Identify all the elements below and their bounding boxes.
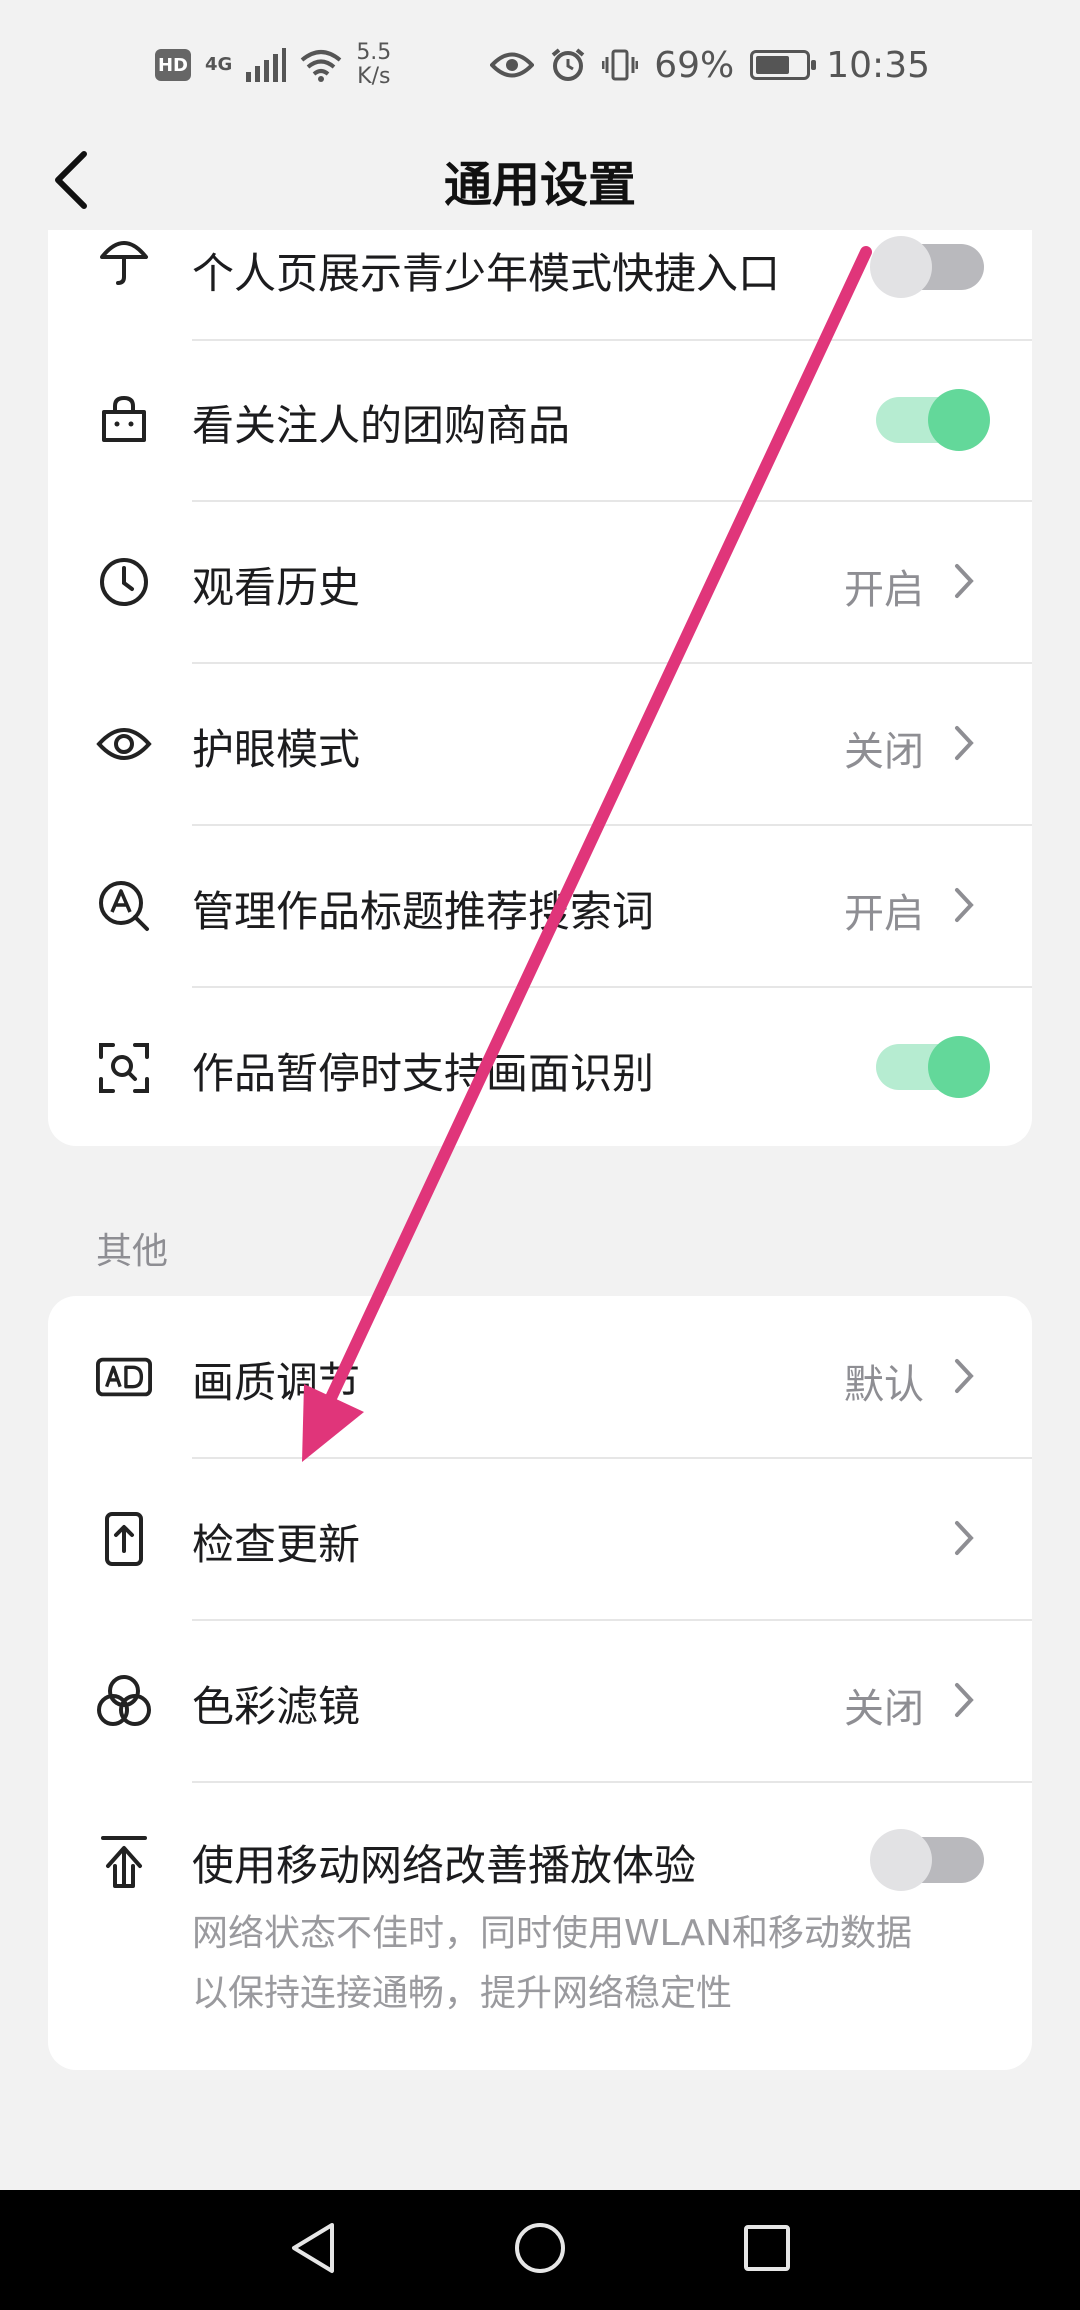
row-check-update[interactable]: 检查更新 <box>48 1458 1032 1620</box>
row-label: 画质调节 <box>192 1358 361 1407</box>
chevron-right-icon <box>944 1356 984 1396</box>
status-left: HD 4G 5.5 K/s <box>155 41 391 89</box>
row-video-quality[interactable]: 画质调节 默认 <box>48 1296 1032 1458</box>
row-value: 默认 <box>844 1362 924 1408</box>
triangle-back-icon <box>291 2223 334 2273</box>
row-value: 关闭 <box>844 1686 924 1732</box>
nav-recents-button[interactable] <box>742 2223 792 2277</box>
frame-recognition-toggle[interactable] <box>876 1036 990 1098</box>
row-frame-recognition[interactable]: 作品暂停时支持画面识别 <box>48 987 1032 1146</box>
alarm-icon <box>551 48 585 81</box>
page-title: 通用设置 <box>443 157 636 213</box>
search-a-icon <box>96 878 152 934</box>
row-label: 色彩滤镜 <box>192 1682 361 1731</box>
row-color-filter[interactable]: 色彩滤镜 关闭 <box>48 1620 1032 1782</box>
battery-icon <box>750 50 817 80</box>
chevron-right-icon <box>944 561 984 601</box>
nav-home-button[interactable] <box>513 2221 567 2279</box>
row-teen-mode-shortcut[interactable]: 个人页展示青少年模式快捷入口 <box>48 230 1032 340</box>
battery-percent: 69% <box>654 44 735 86</box>
network-type: 4G <box>205 54 233 75</box>
speed-value: 5.5 <box>356 40 392 65</box>
desc-line-1: 网络状态不佳时，同时使用WLAN和移动数据 <box>192 1913 913 1954</box>
chevron-right-icon <box>944 1518 984 1558</box>
eye-icon <box>490 52 535 78</box>
section-title-other: 其他 <box>96 1231 169 1272</box>
desc-line-2: 以保持连接通畅，提升网络稳定性 <box>192 1973 733 2014</box>
settings-card-other: 画质调节 默认 检查更新 色彩滤镜 关闭 使用移动网络改善播放体验 网络状态不佳… <box>48 1296 1032 2070</box>
phone-update-icon <box>96 1511 152 1567</box>
upload-icon <box>96 1834 152 1890</box>
settings-card-general: 个人页展示青少年模式快捷入口 看关注人的团购商品 观看历史 开启 护眼模式 关闭… <box>48 230 1032 1146</box>
nav-back-button[interactable] <box>288 2221 338 2279</box>
row-group-buying[interactable]: 看关注人的团购商品 <box>48 340 1032 500</box>
row-mobile-network-boost[interactable]: 使用移动网络改善播放体验 网络状态不佳时，同时使用WLAN和移动数据 以保持连接… <box>48 1782 1032 2070</box>
system-nav-bar <box>0 2190 1080 2310</box>
network-speed: 5.5 K/s <box>356 41 391 89</box>
hd-badge: HD <box>155 49 191 81</box>
back-button[interactable] <box>50 140 130 220</box>
group-buying-toggle[interactable] <box>876 389 990 451</box>
row-label: 看关注人的团购商品 <box>192 401 571 450</box>
status-bar: HD 4G 5.5 K/s 69% 10:35 <box>0 0 1080 130</box>
row-description: 网络状态不佳时，同时使用WLAN和移动数据 以保持连接通畅，提升网络稳定性 <box>192 1904 992 2024</box>
row-label: 管理作品标题推荐搜索词 <box>192 887 655 936</box>
umbrella-icon <box>96 233 152 289</box>
status-right: 69% 10:35 <box>490 45 930 86</box>
clock-icon <box>96 554 152 610</box>
row-label: 使用移动网络改善播放体验 <box>192 1841 697 1890</box>
row-value: 开启 <box>844 567 924 613</box>
eye-icon <box>96 716 152 772</box>
circle-home-icon <box>514 2223 565 2273</box>
ad-icon <box>96 1349 152 1405</box>
row-label: 护眼模式 <box>192 725 361 774</box>
vibrate-icon <box>602 49 639 81</box>
row-eye-protection[interactable]: 护眼模式 关闭 <box>48 663 1032 825</box>
mobile-network-toggle[interactable] <box>870 1829 984 1891</box>
shopping-bag-icon <box>96 392 152 448</box>
battery-fill <box>756 56 790 74</box>
row-title-search-words[interactable]: 管理作品标题推荐搜索词 开启 <box>48 825 1032 987</box>
row-watch-history[interactable]: 观看历史 开启 <box>48 501 1032 663</box>
header: 通用设置 <box>0 130 1080 230</box>
row-value: 开启 <box>844 891 924 937</box>
chevron-right-icon <box>944 723 984 763</box>
chevron-left-icon <box>55 151 87 209</box>
row-label: 检查更新 <box>192 1520 361 1569</box>
row-label: 个人页展示青少年模式快捷入口 <box>192 249 781 298</box>
row-label: 作品暂停时支持画面识别 <box>192 1049 655 1098</box>
row-label: 观看历史 <box>192 563 361 612</box>
status-time: 10:35 <box>826 44 930 86</box>
wifi-icon <box>301 50 342 82</box>
chevron-right-icon <box>944 885 984 925</box>
teen-mode-toggle[interactable] <box>870 236 984 298</box>
signal-icon <box>246 48 287 82</box>
row-value: 关闭 <box>844 729 924 775</box>
speed-unit: K/s <box>357 64 391 89</box>
square-recents-icon <box>744 2225 791 2271</box>
color-filter-icon <box>96 1673 152 1729</box>
scan-icon <box>96 1040 152 1096</box>
chevron-right-icon <box>944 1680 984 1720</box>
